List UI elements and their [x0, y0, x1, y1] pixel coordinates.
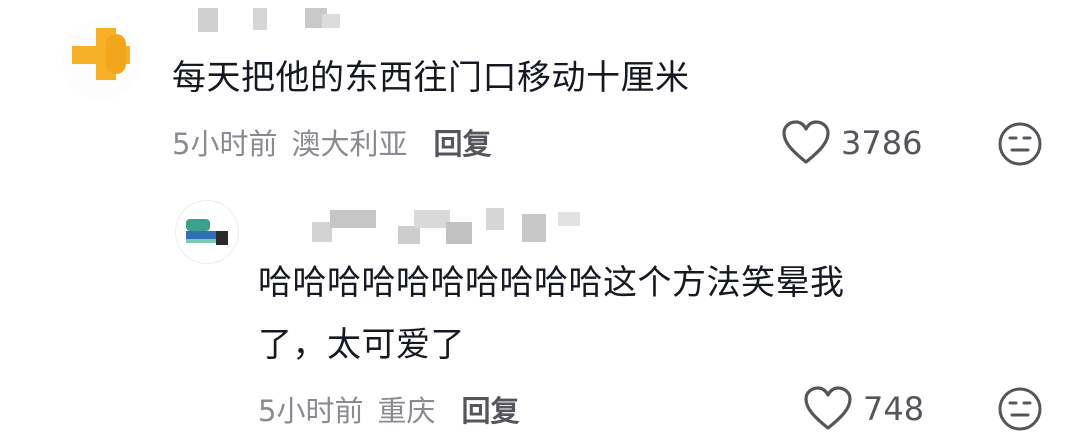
like-count: 3786 [841, 124, 923, 162]
comment-location: 澳大利亚 [291, 127, 408, 161]
comment-time: 5小时前 [172, 127, 278, 161]
avatar-image [72, 28, 130, 80]
comment-location: 重庆 [377, 394, 436, 428]
like-button[interactable]: 748 [803, 386, 924, 432]
comment-meta: 5小时前 重庆 回复 [258, 388, 519, 430]
reply-button[interactable]: 回复 [461, 394, 519, 428]
comment-text: 每天把他的东西往门口移动十厘米 [172, 58, 690, 98]
user-avatar[interactable] [62, 20, 142, 100]
neutral-face-icon[interactable] [997, 121, 1043, 167]
like-button[interactable]: 3786 [781, 120, 922, 166]
like-count: 748 [863, 390, 925, 428]
neutral-face-icon[interactable] [997, 386, 1043, 432]
reply-button[interactable]: 回复 [433, 127, 491, 161]
comment-meta: 5小时前 澳大利亚 回复 [172, 121, 491, 163]
comment-text-line-1: 哈哈哈哈哈哈哈哈哈哈这个方法笑晕我 [258, 263, 845, 303]
avatar-image [186, 219, 228, 245]
heart-outline-icon [781, 120, 831, 166]
heart-outline-icon [803, 386, 853, 432]
user-avatar[interactable] [175, 200, 239, 264]
comment-text-line-2: 了，太可爱了 [258, 325, 465, 365]
comment-time: 5小时前 [258, 394, 364, 428]
